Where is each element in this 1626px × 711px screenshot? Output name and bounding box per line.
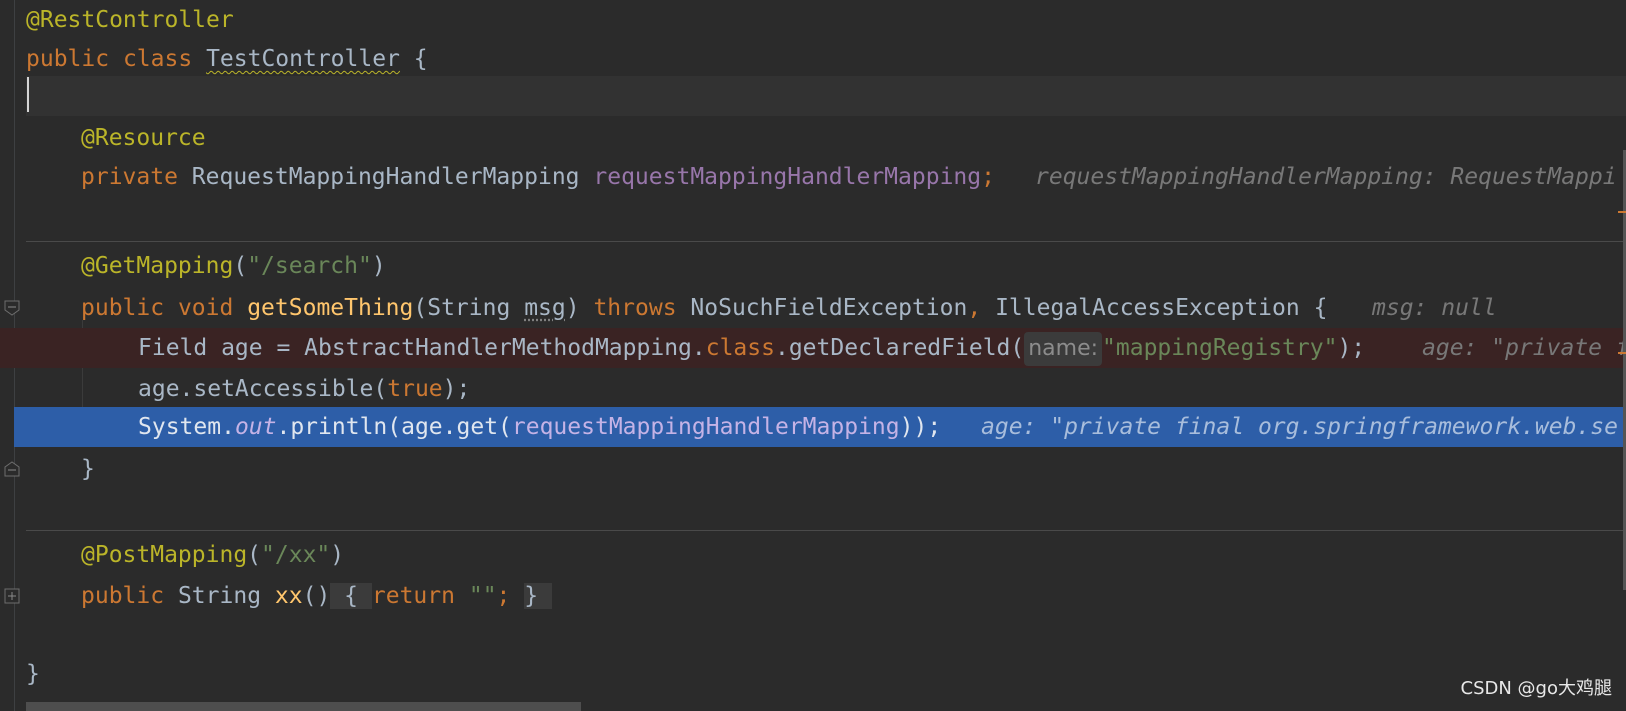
code-line-1[interactable]: @RestController: [0, 0, 1626, 40]
fold-expand-icon[interactable]: [4, 588, 20, 604]
empty-string: "": [468, 583, 497, 609]
debug-inline-value: age: "private final org.springframework.…: [981, 414, 1618, 440]
execution-gutter-marker: [14, 407, 26, 447]
keyword-public: public: [81, 295, 165, 321]
keyword-public: public: [26, 46, 110, 72]
statement-end: ));: [899, 414, 942, 440]
keyword-public: public: [81, 583, 165, 609]
close-brace: }: [81, 456, 95, 482]
code-line-15[interactable]: public String xx() { return ""; }: [0, 576, 1626, 616]
field-name: requestMappingHandlerMapping: [593, 164, 982, 190]
code-line-12[interactable]: }: [0, 449, 1626, 489]
statement-prefix: age.setAccessible(: [138, 376, 388, 402]
semicolon: ;: [496, 583, 511, 609]
debug-inline-value: age: "private f: [1422, 335, 1626, 361]
statement-end: );: [1337, 335, 1366, 361]
fold-open-brace: {: [344, 583, 359, 609]
code-line-17[interactable]: }: [0, 654, 1626, 694]
exception-1: NoSuchFieldException: [690, 295, 968, 321]
path-string: "/search": [247, 253, 372, 279]
fold-close-brace: }: [524, 583, 539, 609]
path-string: "/xx": [261, 542, 331, 568]
code-line-9-breakpoint[interactable]: Field age = AbstractHandlerMethodMapping…: [0, 328, 1626, 368]
field-reference: requestMappingHandlerMapping: [511, 414, 900, 440]
watermark: CSDN @go大鸡腿: [1460, 678, 1612, 699]
semicolon: ;: [981, 164, 995, 190]
keyword-private: private: [81, 164, 178, 190]
keyword-true: true: [387, 376, 443, 402]
code-line-8[interactable]: public void getSomeThing(String msg) thr…: [0, 288, 1626, 328]
paren-close: ): [565, 295, 580, 321]
text-caret: [27, 77, 29, 112]
exception-2: IllegalAccessException: [995, 295, 1300, 321]
paren-close: ): [330, 542, 345, 568]
class-declaration: public class TestController {: [26, 39, 428, 79]
comma: ,: [967, 295, 982, 321]
error-stripe-marker[interactable]: [1618, 352, 1626, 354]
open-brace: {: [1313, 295, 1328, 321]
statement-println: System.out.println(age.get(requestMappin…: [138, 407, 941, 447]
method-call: .println(age.get(: [276, 414, 512, 440]
return-type: String: [177, 583, 262, 609]
paren-open: (: [233, 253, 248, 279]
code-line-4[interactable]: @Resource: [0, 118, 1626, 158]
folded-region-end[interactable]: }: [524, 583, 552, 609]
statement-set-accessible: age.setAccessible(true);: [138, 369, 470, 409]
code-line-14[interactable]: @PostMapping("/xx"): [0, 535, 1626, 575]
fold-collapse-icon[interactable]: [4, 300, 20, 316]
annotation-rest-controller: @RestController: [26, 7, 234, 33]
debug-inline-value: msg: null: [1372, 295, 1497, 321]
code-line-7[interactable]: @GetMapping("/search"): [0, 246, 1626, 286]
keyword-class: class: [705, 335, 775, 361]
code-line-5[interactable]: private RequestMappingHandlerMapping req…: [0, 157, 1626, 197]
method-separator: [26, 530, 1626, 531]
method-xx: public String xx() { return ""; }: [81, 576, 552, 616]
annotation-get-mapping: @GetMapping: [81, 253, 234, 279]
folded-region-start[interactable]: {: [330, 583, 372, 609]
debug-inline-value: requestMappingHandlerMapping: RequestMap…: [1035, 164, 1617, 190]
keyword-class: class: [122, 46, 193, 72]
static-field-out: out: [234, 414, 277, 440]
code-line-3-current[interactable]: [26, 76, 1626, 116]
field-type: RequestMappingHandlerMapping: [191, 164, 580, 190]
method-signature: public void getSomeThing(String msg) thr…: [81, 288, 1327, 328]
paren-open: (: [413, 295, 428, 321]
class-name: TestController: [206, 46, 400, 72]
paren-open: (: [247, 542, 262, 568]
parameter-name-hint: name:: [1024, 332, 1103, 366]
fold-end-icon[interactable]: [4, 461, 20, 477]
get-mapping-annotation: @GetMapping("/search"): [81, 246, 386, 286]
method-call: .getDeclaredField(: [774, 335, 1025, 361]
param-name: msg: [524, 295, 566, 321]
method-separator: [26, 241, 1626, 242]
paren-close: ): [371, 253, 386, 279]
method-name: getSomeThing: [247, 295, 414, 321]
code-editor[interactable]: @RestController public class TestControl…: [0, 0, 1626, 711]
annotation-resource: @Resource: [81, 125, 206, 151]
class-close-brace: }: [26, 661, 40, 687]
keyword-return: return: [371, 583, 455, 609]
param-type: String: [427, 295, 511, 321]
code-line-2[interactable]: public class TestController {: [0, 39, 1626, 79]
statement-field-age: Field age = AbstractHandlerMethodMapping…: [138, 328, 1365, 368]
method-name: xx: [274, 583, 303, 609]
keyword-throws: throws: [593, 295, 677, 321]
code-line-10[interactable]: age.setAccessible(true);: [0, 369, 1626, 409]
error-stripe-marker[interactable]: [1618, 211, 1626, 213]
open-brace: {: [413, 46, 428, 72]
annotation-post-mapping: @PostMapping: [81, 542, 248, 568]
field-declaration: private RequestMappingHandlerMapping req…: [81, 157, 995, 197]
statement-prefix: Field age = AbstractHandlerMethodMapping…: [138, 335, 706, 361]
horizontal-scrollbar-thumb[interactable]: [26, 702, 581, 711]
keyword-void: void: [177, 295, 234, 321]
parens: (): [302, 583, 331, 609]
string-argument: "mappingRegistry": [1102, 335, 1338, 361]
post-mapping-annotation: @PostMapping("/xx"): [81, 535, 344, 575]
statement-end: );: [442, 376, 471, 402]
statement-prefix: System.: [138, 414, 235, 440]
code-line-11-execution-point[interactable]: System.out.println(age.get(requestMappin…: [26, 407, 1626, 447]
